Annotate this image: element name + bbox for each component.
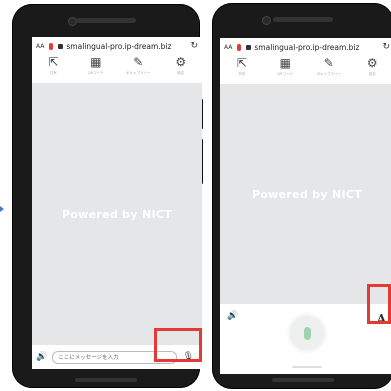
share-button[interactable]: ⇱ 共有 — [225, 56, 259, 77]
reload-icon[interactable]: ↻ — [190, 41, 198, 51]
powered-by-text: Powered by NICT — [61, 208, 173, 221]
text-size-button[interactable]: AA — [36, 43, 44, 50]
edit-icon: ✎ — [323, 56, 334, 70]
voice-input-panel: 🔊 A — [220, 304, 391, 374]
earpiece-speaker — [273, 17, 333, 22]
url-domain[interactable]: smalingual-pro.ip-dream.biz — [66, 42, 187, 51]
qr-code-button[interactable]: ▦ QRコード — [79, 55, 113, 76]
panel-divider — [292, 366, 322, 368]
qr-code-icon: ▦ — [90, 55, 102, 69]
gear-icon: ⚙ — [175, 55, 187, 69]
qr-code-button[interactable]: ▦ QRコード — [268, 56, 302, 77]
speaker-icon[interactable]: 🔊 — [36, 352, 47, 362]
mic-highlight-box — [154, 328, 202, 362]
url-domain[interactable]: smalingual-pro.ip-dream.biz — [254, 43, 379, 52]
app-toolbar: ⇱ 共有 ▦ QRコード ✎ ボキャブラリー ⚙ 設定 — [220, 56, 391, 85]
left-screen: AA smalingual-pro.ip-dream.biz ↻ ⇱ 共有 ▦ … — [32, 37, 202, 369]
translation-area: Powered by NICT — [220, 85, 391, 304]
translation-area: Powered by NICT — [32, 84, 202, 345]
recording-mic-icon — [237, 43, 242, 51]
settings-button[interactable]: ⚙ 設定 — [355, 56, 389, 77]
settings-button[interactable]: ⚙ 設定 — [164, 55, 198, 76]
reload-icon[interactable]: ↻ — [382, 42, 390, 52]
home-indicator — [272, 378, 334, 382]
app-toolbar: ⇱ 共有 ▦ QRコード ✎ ボキャブラリー ⚙ 設定 — [32, 55, 202, 84]
lock-icon — [246, 44, 252, 50]
settings-label: 設定 — [177, 71, 185, 75]
share-label: 共有 — [49, 71, 57, 75]
share-icon: ⇱ — [48, 55, 59, 69]
vocabulary-label: ボキャブラリー — [126, 71, 151, 75]
right-phone: AA smalingual-pro.ip-dream.biz ↻ ⇱ 共有 ▦ … — [212, 3, 391, 389]
mic-icon — [303, 326, 311, 340]
front-camera — [262, 16, 271, 25]
home-indicator — [75, 378, 137, 382]
powered-by-text: Powered by NICT — [251, 188, 363, 201]
mic-button[interactable] — [290, 316, 324, 350]
gear-icon: ⚙ — [366, 56, 378, 70]
vocabulary-button[interactable]: ✎ ボキャブラリー — [312, 56, 346, 77]
share-label: 共有 — [238, 72, 246, 76]
speaker-icon[interactable]: 🔊 — [227, 311, 238, 321]
share-button[interactable]: ⇱ 共有 — [36, 55, 70, 76]
settings-label: 設定 — [368, 72, 376, 76]
recording-mic-icon — [49, 42, 54, 50]
arrow-indicator — [0, 206, 4, 212]
vocabulary-label: ボキャブラリー — [316, 72, 342, 76]
qr-code-label: QRコード — [87, 71, 104, 75]
text-size-button[interactable]: AA — [224, 44, 232, 51]
lock-icon — [58, 43, 64, 49]
vocabulary-button[interactable]: ✎ ボキャブラリー — [121, 55, 155, 76]
qr-code-label: QRコード — [277, 72, 294, 76]
right-screen: AA smalingual-pro.ip-dream.biz ↻ ⇱ 共有 ▦ … — [220, 38, 391, 374]
share-icon: ⇱ — [236, 56, 247, 70]
edit-icon: ✎ — [133, 55, 144, 69]
url-bar[interactable]: AA smalingual-pro.ip-dream.biz ↻ — [220, 38, 391, 56]
url-bar[interactable]: AA smalingual-pro.ip-dream.biz ↻ — [32, 37, 202, 55]
font-toggle-highlight-box — [367, 284, 391, 324]
earpiece-speaker — [76, 18, 136, 23]
qr-code-icon: ▦ — [279, 56, 291, 70]
